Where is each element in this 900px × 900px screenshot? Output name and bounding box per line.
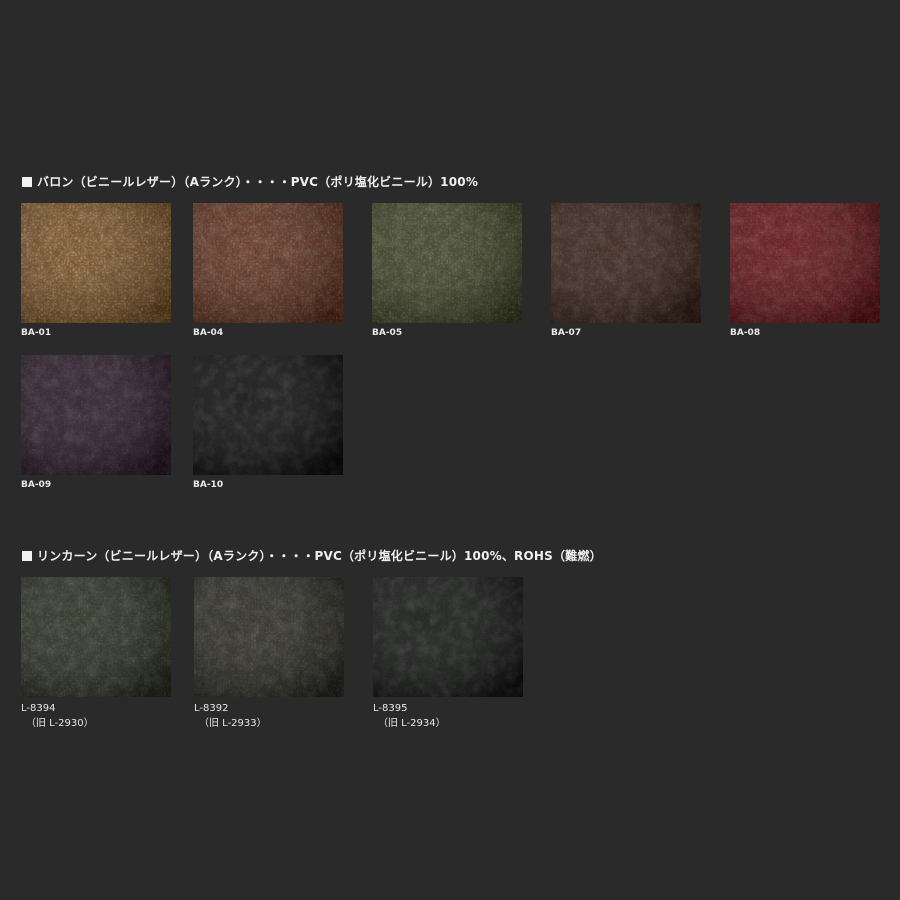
swatch-code: BA-05	[372, 328, 403, 338]
leather-swatch-image	[193, 203, 343, 323]
leather-swatch-image	[194, 577, 344, 697]
square-bullet-icon	[22, 177, 32, 187]
swatch-code: BA-10	[193, 480, 224, 490]
swatch-code-old: （旧 L-2930）	[26, 718, 94, 729]
swatch-code-current: L-8392	[194, 703, 229, 714]
leather-swatch-image	[372, 203, 522, 323]
section-title-text: リンカーン（ビニールレザー）（Aランク）・・・・PVC（ポリ塩化ビニール）100…	[37, 549, 602, 563]
swatch-l-8392[interactable]: L-8392 （旧 L-2933）	[194, 577, 344, 731]
section-title-text: バロン（ビニールレザー）（Aランク）・・・・PVC（ポリ塩化ビニール）100%	[37, 175, 479, 189]
swatch-code: BA-04	[193, 328, 224, 338]
swatch-ba-07[interactable]: BA-07	[551, 203, 701, 338]
section-title-baron: バロン（ビニールレザー）（Aランク）・・・・PVC（ポリ塩化ビニール）100%	[22, 173, 478, 190]
swatch-ba-04[interactable]: BA-04	[193, 203, 343, 338]
swatch-code-old: （旧 L-2933）	[199, 718, 267, 729]
swatch-code: L-8394 （旧 L-2930）	[21, 701, 171, 731]
swatch-code: BA-07	[551, 328, 582, 338]
swatch-code: L-8395 （旧 L-2934）	[373, 701, 523, 731]
square-bullet-icon	[22, 551, 32, 561]
swatch-code: BA-08	[730, 328, 761, 338]
section-title-lincoln: リンカーン（ビニールレザー）（Aランク）・・・・PVC（ポリ塩化ビニール）100…	[22, 547, 602, 564]
swatch-code: BA-09	[21, 480, 52, 490]
leather-swatch-image	[730, 203, 880, 323]
leather-swatch-image	[21, 577, 171, 697]
swatch-ba-09[interactable]: BA-09	[21, 355, 171, 490]
swatch-ba-10[interactable]: BA-10	[193, 355, 343, 490]
swatch-code-current: L-8395	[373, 703, 408, 714]
swatch-l-8394[interactable]: L-8394 （旧 L-2930）	[21, 577, 171, 731]
swatch-ba-08[interactable]: BA-08	[730, 203, 880, 338]
leather-swatch-image	[373, 577, 523, 697]
swatch-l-8395[interactable]: L-8395 （旧 L-2934）	[373, 577, 523, 731]
leather-swatch-image	[21, 355, 171, 475]
swatch-code: L-8392 （旧 L-2933）	[194, 701, 344, 731]
swatch-code-old: （旧 L-2934）	[378, 718, 446, 729]
swatch-code: BA-01	[21, 328, 52, 338]
swatch-ba-05[interactable]: BA-05	[372, 203, 522, 338]
leather-swatch-image	[21, 203, 171, 323]
swatch-code-current: L-8394	[21, 703, 56, 714]
leather-swatch-image	[193, 355, 343, 475]
leather-swatch-image	[551, 203, 701, 323]
swatch-ba-01[interactable]: BA-01	[21, 203, 171, 338]
